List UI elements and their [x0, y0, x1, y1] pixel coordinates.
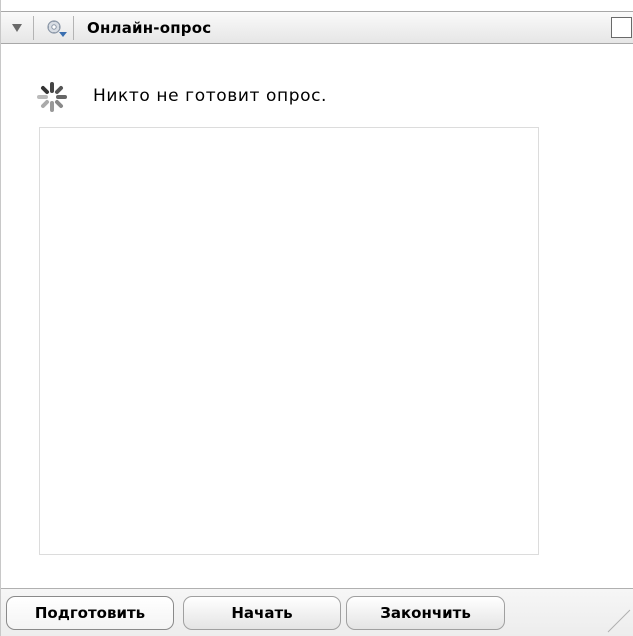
poll-results-area	[39, 127, 539, 555]
title-divider-2	[73, 16, 74, 40]
collapse-triangle-icon[interactable]	[12, 24, 22, 32]
online-poll-panel: Онлайн-опрос Никто не готовит опрос. Под…	[0, 0, 633, 636]
start-button[interactable]: Начать	[183, 596, 341, 630]
status-row: Никто не готовит опрос.	[36, 81, 536, 113]
title-bar: Онлайн-опрос	[1, 11, 633, 44]
loading-spinner-icon	[37, 82, 67, 112]
title-divider	[33, 16, 34, 40]
maximize-icon[interactable]	[611, 17, 632, 38]
resize-grip-icon[interactable]	[606, 608, 632, 634]
finish-button[interactable]: Закончить	[346, 596, 505, 630]
settings-dropdown-icon[interactable]	[46, 19, 68, 39]
status-text: Никто не готовит опрос.	[93, 86, 328, 106]
footer-toolbar: Подготовить Начать Закончить	[1, 589, 633, 636]
window-title: Онлайн-опрос	[87, 19, 212, 37]
prepare-button[interactable]: Подготовить	[6, 596, 174, 630]
